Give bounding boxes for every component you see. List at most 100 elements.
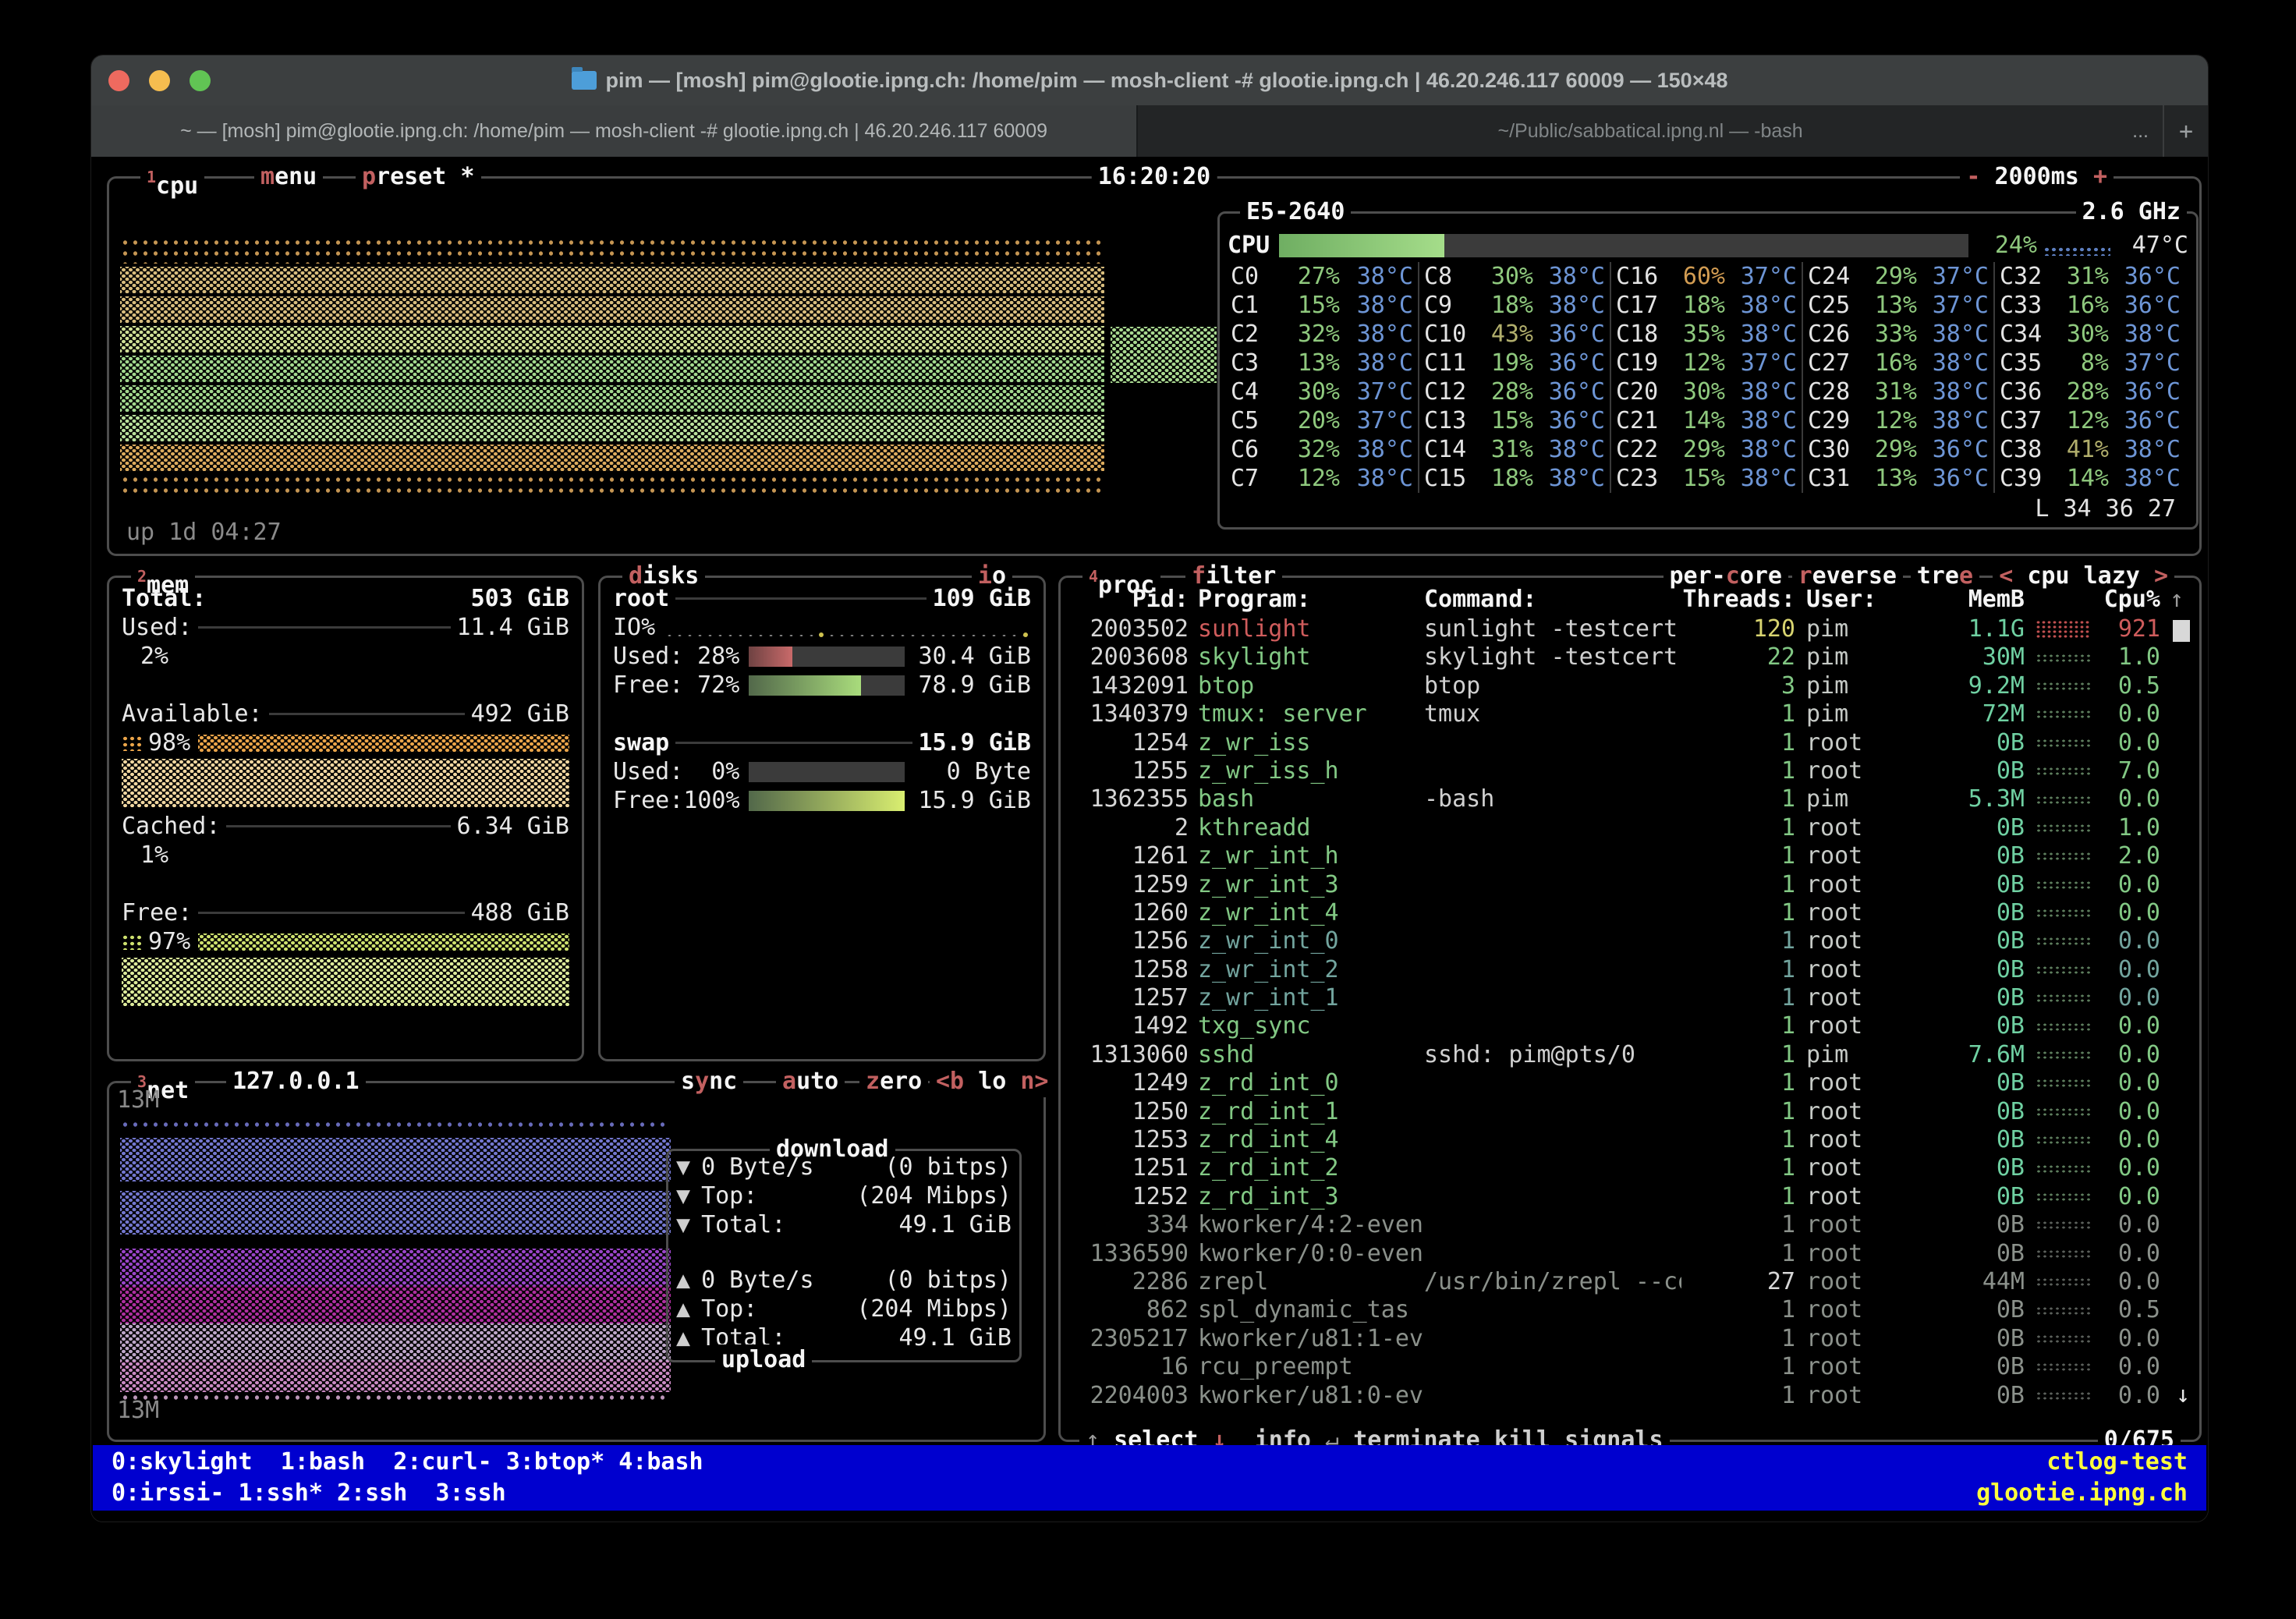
disk-swap-size: 15.9 GiB <box>919 728 1032 757</box>
menu-button[interactable]: menu <box>254 161 323 193</box>
proc-row[interactable]: 1256z_wr_int_01root0B0.0 <box>1061 927 2195 955</box>
net-scale-top: 13M <box>117 1086 159 1114</box>
proc-row[interactable]: 2003502sunlightsunlight -testcert120pim1… <box>1061 615 2195 643</box>
tab-active[interactable]: ~ — [mosh] pim@glootie.ipng.ch: /home/pi… <box>91 105 1136 157</box>
proc-cpu-mini-graph <box>2036 1164 2090 1174</box>
proc-row[interactable]: 2kthreadd1root0B1.0 <box>1061 814 2195 842</box>
mem-used-label: Used: <box>122 613 192 642</box>
proc-row[interactable]: 2204003kworker/u81:0-ev1root0B0.0 <box>1061 1382 2195 1410</box>
window-controls <box>108 55 211 105</box>
core-cell: C2229%38°C <box>1610 435 1802 464</box>
cpu-graph-overflow <box>1111 327 1217 383</box>
scrollbar-down-arrow[interactable]: ↓ <box>2176 1381 2190 1408</box>
proc-row[interactable]: 1260z_wr_int_41root0B0.0 <box>1061 899 2195 927</box>
terminal-content: 1cpu menu preset * 16:20:20 - 2000ms + u… <box>91 157 2208 1522</box>
disk-swap-used-bar <box>749 762 905 782</box>
core-cell: C3029%36°C <box>1802 435 1993 464</box>
core-cell: C027%38°C <box>1226 262 1418 291</box>
disk-swap-name: swap <box>613 728 669 757</box>
interval-decrease-button[interactable]: - <box>1966 163 1980 190</box>
cpu-total-bar <box>1279 234 1968 257</box>
preset-button[interactable]: preset * <box>356 161 481 193</box>
tmux-statusbar: 0:skylight 1:bash 2:curl- 3:btop* 4:bash… <box>93 1445 2206 1511</box>
proc-row[interactable]: 1251z_rd_int_21root0B0.0 <box>1061 1154 2195 1182</box>
net-box: 3net 127.0.0.1 sync auto zero <b lo n> 1… <box>107 1081 1046 1442</box>
proc-row[interactable]: 862spl_dynamic_tas1root0B0.5 <box>1061 1296 2195 1324</box>
update-interval: - 2000ms + <box>1960 161 2114 193</box>
cpu-total-label: CPU <box>1228 232 1270 259</box>
core-cell: C1043%36°C <box>1418 320 1610 349</box>
disk-root-used-percent: 28% <box>683 642 739 671</box>
proc-row[interactable]: 1432091btopbtop3pim9.2M0.5 <box>1061 672 2195 700</box>
proc-cpu-mini-graph <box>2036 795 2090 805</box>
mem-cached-label: Cached: <box>122 812 220 841</box>
upload-title: upload <box>715 1344 812 1376</box>
core-cell: C3430%38°C <box>1993 320 2185 349</box>
upload-speed: 0 Byte/s <box>701 1266 814 1295</box>
mem-avail-label: Available: <box>122 700 263 728</box>
scrollbar-up-arrow[interactable]: ↑ <box>2160 586 2184 614</box>
scrollbar-thumb[interactable] <box>2173 620 2190 642</box>
net-auto-button[interactable]: auto <box>776 1066 845 1097</box>
proc-row[interactable]: 2003608skylightskylight -testcert22pim30… <box>1061 643 2195 671</box>
proc-row[interactable]: 2305217kworker/u81:1-ev1root0B0.0 <box>1061 1325 2195 1353</box>
tmux-windows-inner: 0:irssi- 1:ssh* 2:ssh 3:ssh <box>112 1478 506 1509</box>
proc-cpu-mini-graph <box>2036 824 2090 833</box>
zoom-button[interactable] <box>190 70 211 91</box>
net-zero-button[interactable]: zero <box>859 1066 928 1097</box>
download-speed-bits: (0 bitps) <box>884 1153 1012 1181</box>
proc-row[interactable]: 1313060sshdsshd: pim@pts/01pim7.6M0.0 <box>1061 1041 2195 1069</box>
proc-row[interactable]: 1336590kworker/0:0-even1root0B0.0 <box>1061 1240 2195 1268</box>
mem-total-value: 503 GiB <box>471 584 569 613</box>
cpu-total-percent: 24% <box>1978 232 2037 259</box>
proc-row[interactable]: 2286zrepl/usr/bin/zrepl --co27root44M0.0 <box>1061 1268 2195 1296</box>
proc-cpu-mini-graph <box>2036 880 2090 890</box>
proc-row[interactable]: 1261z_wr_int_h1root0B2.0 <box>1061 842 2195 870</box>
net-sync-button[interactable]: sync <box>675 1066 743 1097</box>
proc-row[interactable]: 1255z_wr_iss_h1root0B7.0 <box>1061 757 2195 785</box>
proc-cpu-mini-graph <box>2036 620 2090 639</box>
new-tab-button[interactable]: + <box>2163 105 2208 157</box>
tab-inactive[interactable]: ~/Public/sabbatical.ipng.nl — -bash ... <box>1136 105 2163 157</box>
proc-row[interactable]: 1257z_wr_int_11root0B0.0 <box>1061 984 2195 1012</box>
proc-row[interactable]: 1362355bash-bash1pim5.3M0.0 <box>1061 785 2195 813</box>
close-button[interactable] <box>108 70 129 91</box>
proc-row[interactable]: 334kworker/4:2-even1root0B0.0 <box>1061 1211 2195 1239</box>
proc-cpu-mini-graph <box>2036 1079 2090 1088</box>
proc-row[interactable]: 1254z_wr_iss1root0B0.0 <box>1061 729 2195 757</box>
disk-root-free-value: 78.9 GiB <box>919 671 1032 700</box>
net-interface-switcher[interactable]: <b lo n> <box>930 1066 1055 1097</box>
proc-row[interactable]: 1249z_rd_int_01root0B0.0 <box>1061 1069 2195 1097</box>
proc-row[interactable]: 1492txg_sync1root0B0.0 <box>1061 1012 2195 1040</box>
disk-swap-free-percent: 100% <box>683 786 739 815</box>
cpu-box-title[interactable]: 1cpu <box>140 161 204 202</box>
core-cell: C1660%37°C <box>1610 262 1802 291</box>
proc-cpu-mini-graph <box>2036 1135 2090 1145</box>
disk-root-used-value: 30.4 GiB <box>919 642 1032 671</box>
minimize-button[interactable] <box>149 70 170 91</box>
core-cell: C1431%38°C <box>1418 435 1610 464</box>
interval-increase-button[interactable]: + <box>2093 163 2107 190</box>
core-cell: C2831%38°C <box>1802 377 1993 406</box>
core-cell: C2633%38°C <box>1802 320 1993 349</box>
core-cell: C1228%36°C <box>1418 377 1610 406</box>
proc-row[interactable]: 1340379tmux: servertmux1pim72M0.0 <box>1061 700 2195 728</box>
proc-row[interactable]: 1253z_rd_int_41root0B0.0 <box>1061 1126 2195 1154</box>
tab-overflow-button[interactable]: ... <box>2132 120 2149 143</box>
proc-row[interactable]: 1259z_wr_int_31root0B0.0 <box>1061 871 2195 899</box>
core-cell: C3231%36°C <box>1993 262 2185 291</box>
upload-speed-bits: (0 bitps) <box>884 1266 1012 1295</box>
core-grid: C027%38°CC830%38°CC1660%37°CC2429%37°CC3… <box>1226 262 2190 493</box>
core-cell: C2912%38°C <box>1802 406 1993 435</box>
proc-row[interactable]: 1258z_wr_int_21root0B0.0 <box>1061 956 2195 984</box>
proc-cpu-mini-graph <box>2036 1391 2090 1401</box>
proc-row[interactable]: 1250z_rd_int_11root0B0.0 <box>1061 1098 2195 1126</box>
net-stats-box: download ▼0 Byte/s(0 bitps) ▼Top:(204 Mi… <box>666 1149 1022 1362</box>
proc-cpu-mini-graph <box>2036 1192 2090 1202</box>
proc-row[interactable]: 1252z_rd_int_31root0B0.0 <box>1061 1183 2195 1211</box>
proc-table: 2003502sunlightsunlight -testcert120pim1… <box>1061 615 2195 1410</box>
mem-used-percent: 2% <box>140 642 168 671</box>
upload-total-value: 49.1 GiB <box>899 1323 1012 1352</box>
proc-row[interactable]: 16rcu_preempt1root0B0.0 <box>1061 1353 2195 1381</box>
core-row: C520%37°CC1315%36°CC2114%38°CC2912%38°CC… <box>1226 406 2190 435</box>
